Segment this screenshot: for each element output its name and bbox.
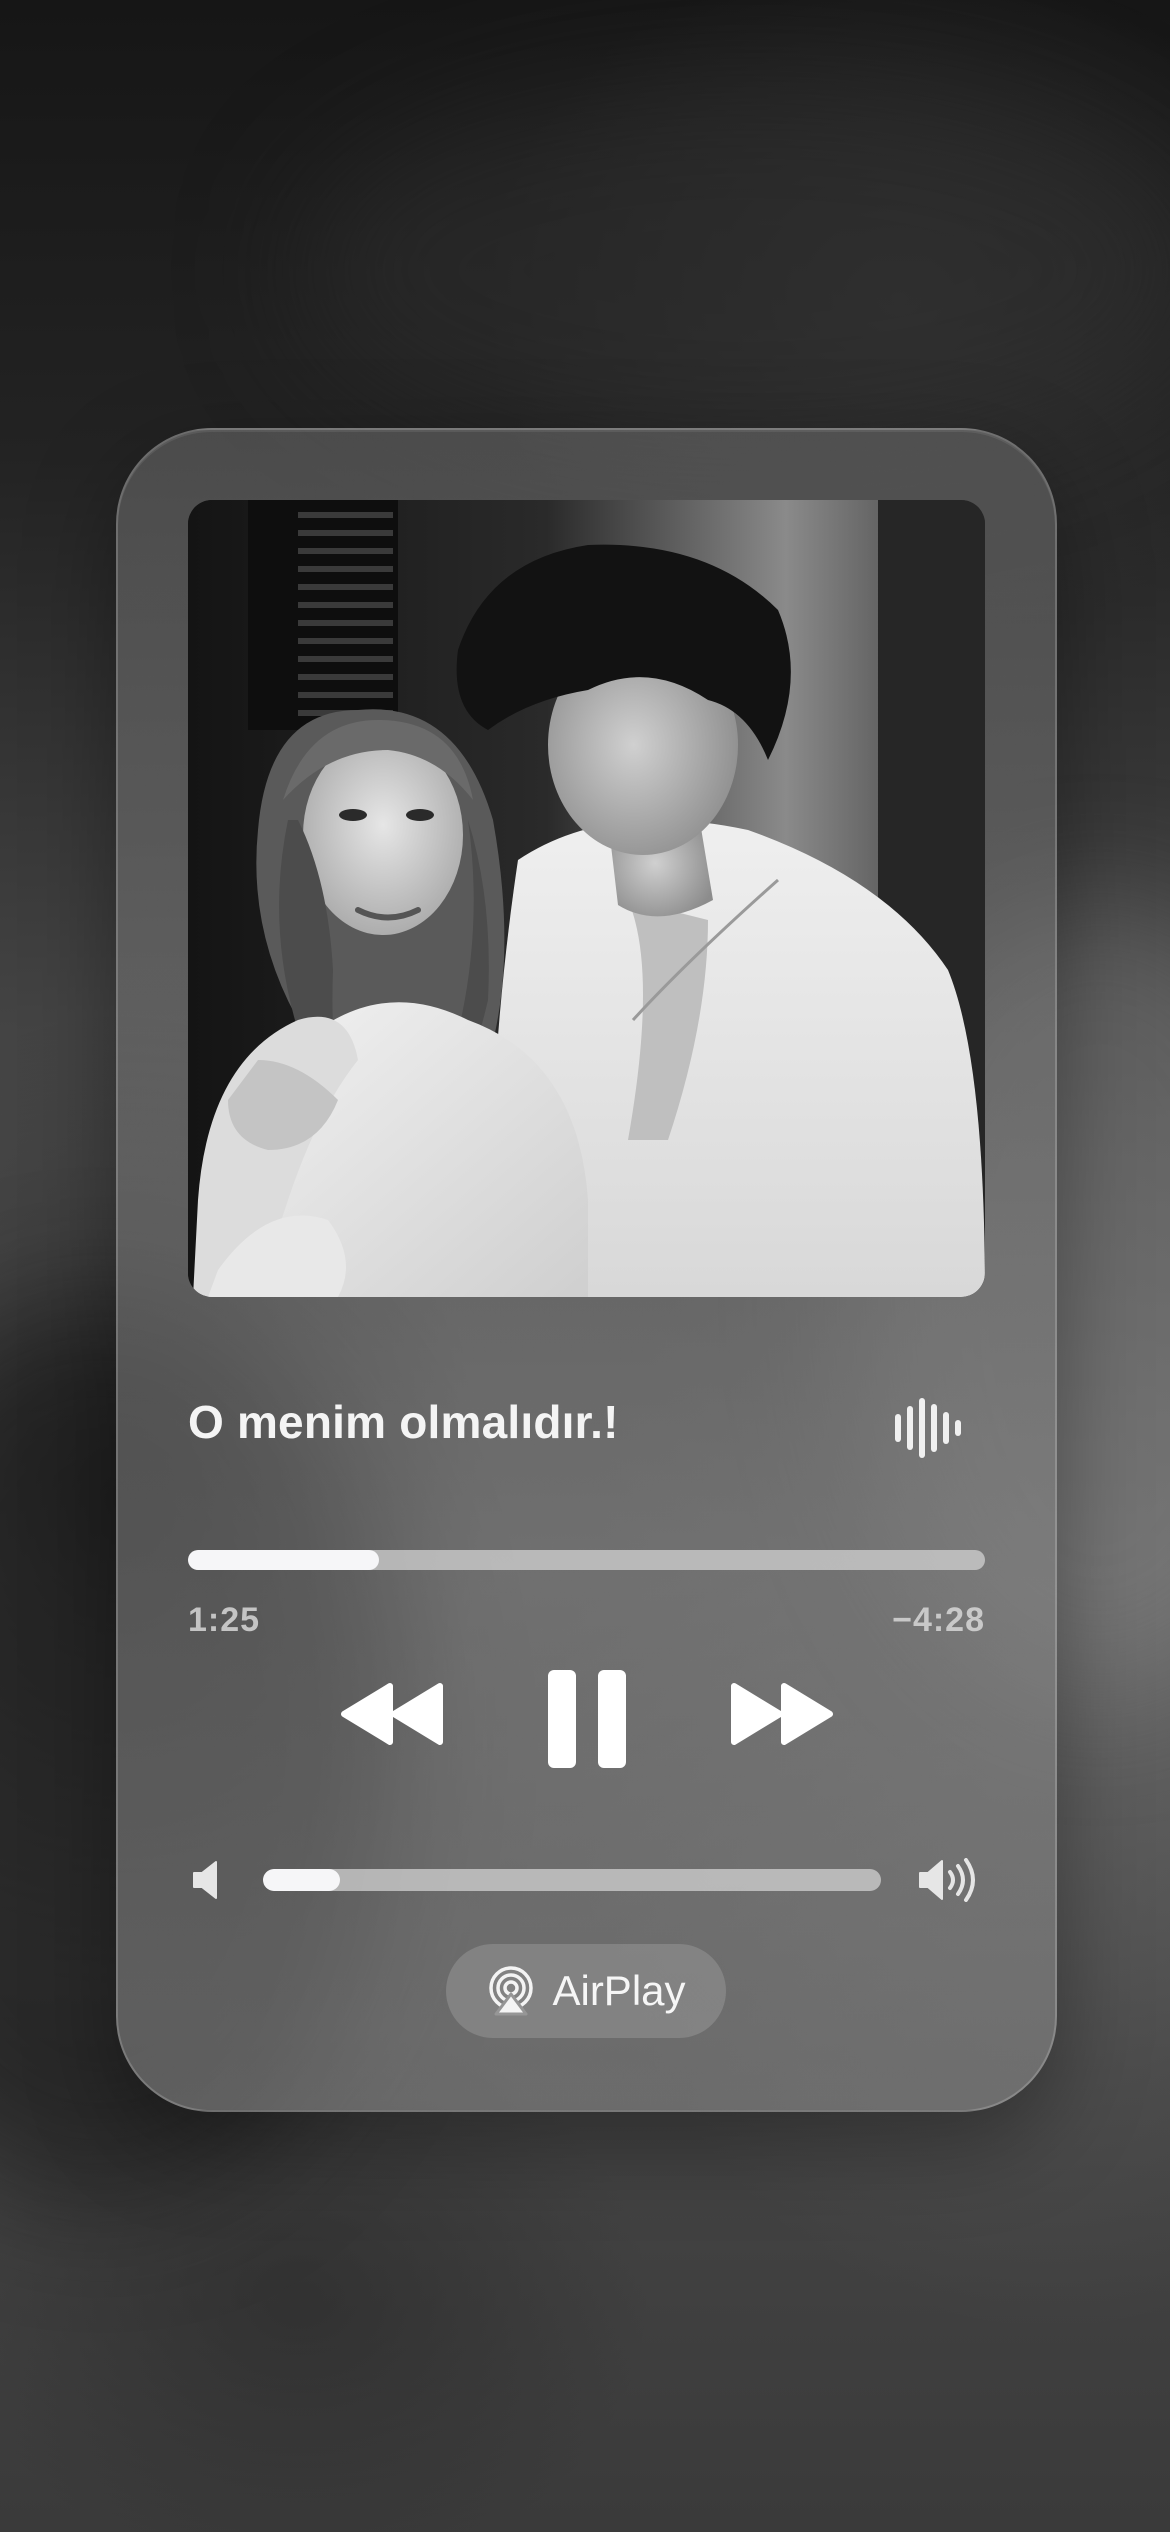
song-title: O menim olmalıdır.! [188,1396,619,1448]
waveform-icon[interactable] [893,1398,963,1458]
playback-progress-fill [188,1550,380,1570]
speaker-low-icon[interactable] [192,1860,224,1900]
playback-scrubber[interactable] [188,1550,985,1570]
lock-screen: O menim olmalıdır.! 1:25 −4:28 AirPlay [0,0,1170,2532]
background-blur-top [300,80,1170,460]
airplay-button[interactable]: AirPlay [446,1944,726,2038]
fast-forward-icon[interactable] [728,1682,834,1746]
airplay-icon [489,1966,534,2016]
remaining-time: −4:28 [892,1601,985,1639]
pause-icon[interactable] [548,1670,626,1768]
elapsed-time: 1:25 [188,1601,261,1639]
rewind-icon[interactable] [340,1682,446,1746]
artwork-photo [188,500,985,1297]
now-playing-card: O menim olmalıdır.! 1:25 −4:28 AirPlay [116,428,1057,2112]
airplay-label: AirPlay [552,1967,686,2014]
volume-slider[interactable] [263,1869,881,1891]
album-artwork[interactable] [188,500,985,1297]
speaker-high-icon[interactable] [918,1858,980,1902]
volume-level-fill [263,1869,341,1891]
